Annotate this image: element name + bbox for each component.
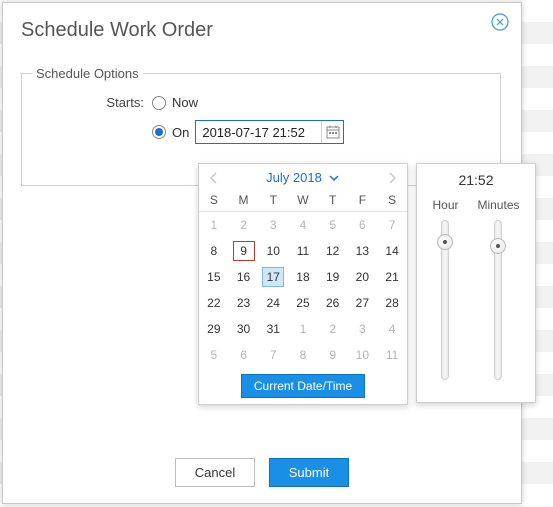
minutes-slider-thumb[interactable]: [490, 238, 506, 254]
submit-button[interactable]: Submit: [269, 458, 349, 487]
date-picker-header: July 2018: [199, 164, 407, 189]
calendar-day[interactable]: 15: [199, 264, 229, 290]
weekday-header: S: [377, 189, 407, 212]
calendar-day[interactable]: 24: [258, 290, 288, 316]
time-display: 21:52: [423, 172, 529, 188]
datetime-input-wrap: [195, 120, 344, 144]
weekday-header: S: [199, 189, 229, 212]
hour-label: Hour: [432, 198, 458, 212]
weekday-header: M: [229, 189, 259, 212]
calendar-day[interactable]: 18: [288, 264, 318, 290]
calendar-day[interactable]: 23: [229, 290, 259, 316]
datetime-input[interactable]: [196, 122, 321, 143]
calendar-day[interactable]: 10: [348, 342, 378, 368]
now-label: Now: [172, 95, 198, 110]
weekday-header: W: [288, 189, 318, 212]
calendar-day[interactable]: 27: [348, 290, 378, 316]
calendar-day[interactable]: 19: [318, 264, 348, 290]
month-year-selector[interactable]: July 2018: [221, 170, 385, 185]
calendar-day[interactable]: 8: [288, 342, 318, 368]
calendar-day[interactable]: 14: [377, 238, 407, 264]
current-datetime-button[interactable]: Current Date/Time: [241, 374, 365, 398]
calendar-day[interactable]: 7: [258, 342, 288, 368]
calendar-day[interactable]: 28: [377, 290, 407, 316]
starts-now-row: Starts: Now: [32, 95, 490, 110]
calendar-day[interactable]: 9: [318, 342, 348, 368]
dialog-title: Schedule Work Order: [3, 3, 521, 52]
dialog-footer: Cancel Submit: [3, 458, 521, 487]
calendar-day[interactable]: 4: [377, 316, 407, 342]
calendar-day[interactable]: 13: [348, 238, 378, 264]
next-month-button[interactable]: [385, 171, 399, 185]
time-picker: 21:52 Hour Minutes: [416, 163, 536, 403]
calendar-day[interactable]: 5: [318, 212, 348, 238]
schedule-options-legend: Schedule Options: [32, 66, 143, 81]
chevron-down-icon: [328, 172, 340, 184]
calendar-day[interactable]: 9: [229, 238, 259, 264]
chevron-left-icon: [207, 171, 221, 185]
calendar-day[interactable]: 11: [377, 342, 407, 368]
close-button[interactable]: [491, 13, 509, 31]
calendar-day[interactable]: 8: [199, 238, 229, 264]
minutes-slider-column: Minutes: [477, 198, 519, 380]
calendar-day[interactable]: 5: [199, 342, 229, 368]
minutes-label: Minutes: [477, 198, 519, 212]
calendar-day[interactable]: 6: [229, 342, 259, 368]
calendar-day[interactable]: 17: [258, 264, 288, 290]
on-label: On: [172, 125, 189, 140]
month-year-label: July 2018: [266, 170, 322, 185]
calendar-icon: [326, 125, 340, 139]
weekday-header: T: [258, 189, 288, 212]
hour-slider-thumb[interactable]: [437, 234, 453, 250]
calendar-day[interactable]: 21: [377, 264, 407, 290]
prev-month-button[interactable]: [207, 171, 221, 185]
time-sliders: Hour Minutes: [423, 198, 529, 380]
schedule-work-order-dialog: Schedule Work Order Schedule Options Sta…: [2, 2, 522, 504]
calendar-day[interactable]: 22: [199, 290, 229, 316]
chevron-right-icon: [385, 171, 399, 185]
calendar-day[interactable]: 26: [318, 290, 348, 316]
calendar-day[interactable]: 7: [377, 212, 407, 238]
calendar-day[interactable]: 25: [288, 290, 318, 316]
date-picker: July 2018 SMTWTFS 1234567891011121314151…: [198, 163, 408, 405]
calendar-day[interactable]: 2: [318, 316, 348, 342]
calendar-day[interactable]: 12: [318, 238, 348, 264]
calendar-day[interactable]: 31: [258, 316, 288, 342]
cancel-button[interactable]: Cancel: [175, 458, 255, 487]
calendar-day[interactable]: 2: [229, 212, 259, 238]
starts-on-row: On: [32, 120, 490, 144]
weekday-header: T: [318, 189, 348, 212]
calendar-day[interactable]: 30: [229, 316, 259, 342]
calendar-day[interactable]: 29: [199, 316, 229, 342]
calendar-trigger[interactable]: [321, 121, 343, 143]
calendar-day[interactable]: 1: [288, 316, 318, 342]
close-icon: [491, 13, 509, 31]
calendar-day[interactable]: 20: [348, 264, 378, 290]
calendar-grid: SMTWTFS 12345678910111213141516171819202…: [199, 189, 407, 368]
starts-label: Starts:: [32, 95, 152, 110]
hour-slider-column: Hour: [432, 198, 458, 380]
calendar-day[interactable]: 16: [229, 264, 259, 290]
calendar-day[interactable]: 3: [348, 316, 378, 342]
weekday-header: F: [348, 189, 378, 212]
radio-on[interactable]: [152, 125, 166, 139]
hour-slider[interactable]: [441, 220, 449, 380]
calendar-day[interactable]: 10: [258, 238, 288, 264]
calendar-day[interactable]: 3: [258, 212, 288, 238]
radio-now[interactable]: [152, 96, 166, 110]
calendar-day[interactable]: 4: [288, 212, 318, 238]
calendar-day[interactable]: 1: [199, 212, 229, 238]
minutes-slider[interactable]: [494, 220, 502, 380]
calendar-day[interactable]: 11: [288, 238, 318, 264]
calendar-day[interactable]: 6: [348, 212, 378, 238]
